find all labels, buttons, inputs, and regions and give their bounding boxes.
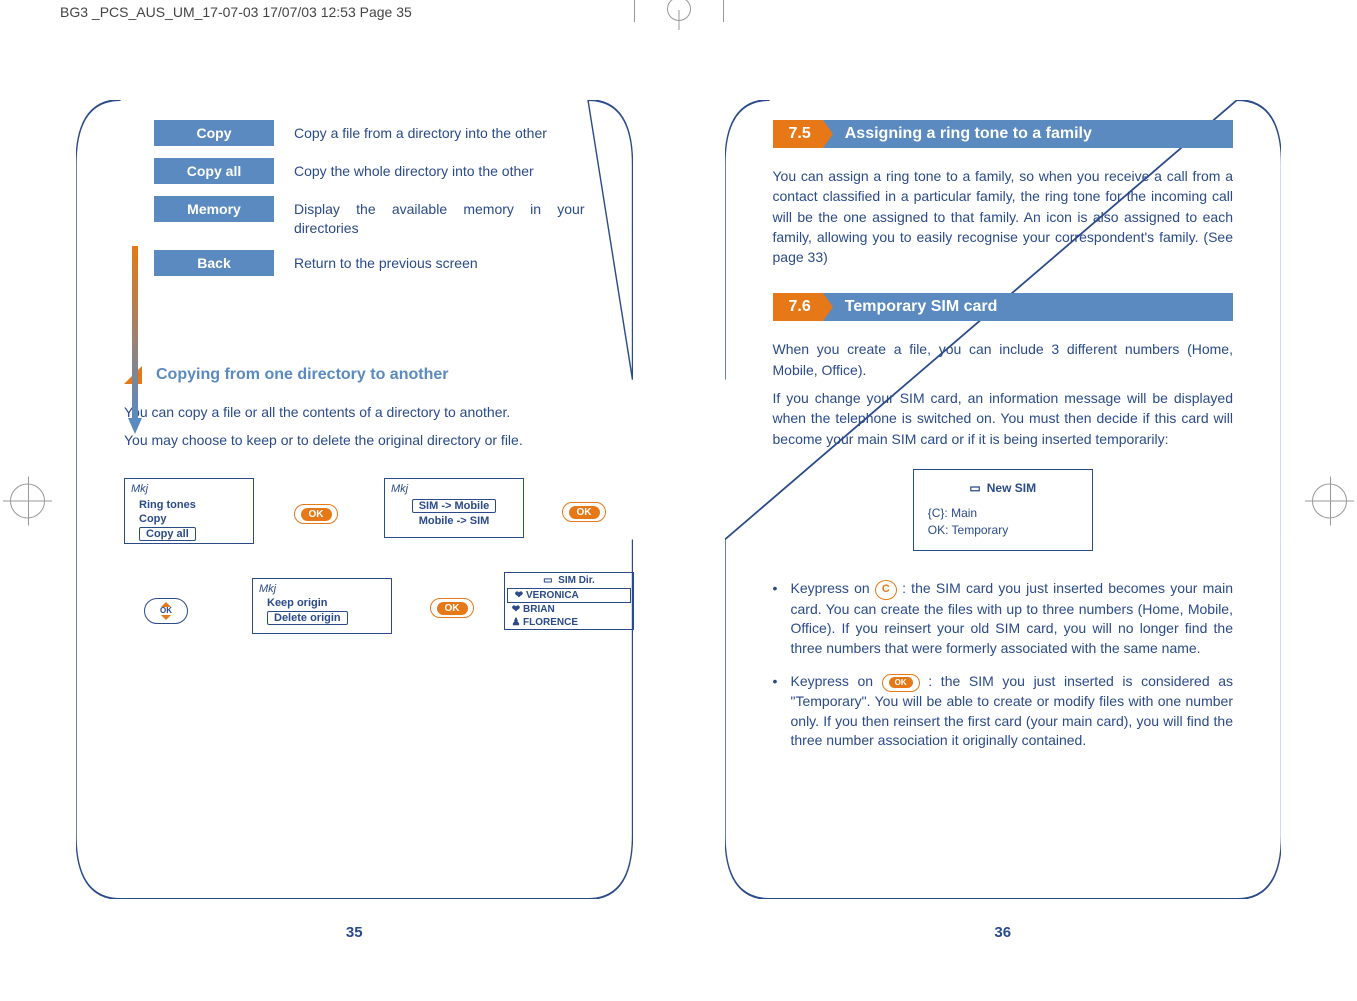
defn-label: Back (154, 250, 274, 276)
section-number: 7.6 (773, 293, 823, 321)
page-left: Copy Copy a file from a directory into t… (50, 40, 659, 981)
page-right: 7.5 Assigning a ring tone to a family Yo… (699, 40, 1308, 981)
screen-line: Keep origin (267, 597, 383, 609)
sim-icon: ▭ (543, 575, 552, 586)
section-number: 7.5 (773, 120, 823, 148)
ok-key-icon: OK (882, 674, 920, 692)
section-heading-copying: Copying from one directory to another (124, 366, 585, 384)
mkj-icon: Mkj (259, 583, 276, 595)
defn-text: Return to the previous screen (294, 250, 585, 273)
defn-text: Copy a file from a directory into the ot… (294, 120, 585, 143)
mkj-icon: Mkj (131, 483, 148, 495)
defn-row-memory: Memory Display the available memory in y… (154, 196, 585, 238)
defn-row-copyall: Copy all Copy the whole directory into t… (154, 158, 585, 184)
screen-line-selected: Delete origin (267, 611, 348, 625)
c-key-icon: C (875, 580, 897, 600)
screens-diagram: Mkj Ring tones Copy Copy all OK Mkj SIM … (124, 478, 585, 718)
body-para: If you change your SIM card, an informat… (773, 388, 1234, 449)
bullet-lead: Keypress on (791, 673, 882, 689)
page-number-left: 35 (50, 924, 659, 941)
person-icon: ♟ (509, 617, 523, 628)
defn-text: Copy the whole directory into the other (294, 158, 585, 181)
bullet-item: • Keypress on C : the SIM card you just … (773, 579, 1234, 658)
section-title: Assigning a ring tone to a family (823, 120, 1233, 148)
ok-button[interactable]: OK (430, 598, 474, 618)
screen-line: Copy (139, 513, 245, 525)
arrow-down-icon (161, 615, 171, 620)
screen-title: SIM Dir. (558, 575, 595, 586)
popup-line: OK: Temporary (928, 522, 1078, 539)
body-para: When you create a file, you can include … (773, 339, 1234, 380)
section-heading-text: Copying from one directory to another (156, 366, 448, 384)
defn-label: Copy (154, 120, 274, 146)
contact-name: VERONICA (526, 590, 579, 601)
defn-row-copy: Copy Copy a file from a directory into t… (154, 120, 585, 146)
crop-mark-right (1312, 483, 1347, 518)
mini-screen-simmobile: Mkj SIM -> Mobile Mobile -> SIM (384, 478, 524, 538)
crop-mark-left (10, 483, 45, 518)
ok-button[interactable]: OK (294, 504, 338, 524)
bullet-dot: • (773, 672, 791, 750)
section-bar-7-6: 7.6 Temporary SIM card (773, 293, 1234, 321)
page-spread: Copy Copy a file from a directory into t… (50, 40, 1307, 981)
mini-screen-simdir: ▭ SIM Dir. ❤VERONICA ❤BRIAN ♟FLORENCE (504, 572, 634, 630)
screen-line: Mobile -> SIM (393, 515, 515, 527)
mini-screen-ringtones: Mkj Ring tones Copy Copy all (124, 478, 254, 544)
body-para: You may choose to keep or to delete the … (124, 430, 585, 450)
mini-screen-keeporigin: Mkj Keep origin Delete origin (252, 578, 392, 634)
popup-line: {C}: Main (928, 505, 1078, 522)
screen-line-selected: Copy all (139, 527, 196, 541)
defn-label: Copy all (154, 158, 274, 184)
page-number-right: 36 (699, 924, 1308, 941)
down-arrow-icon (128, 246, 142, 436)
defn-text: Display the available memory in your dir… (294, 196, 585, 238)
bullet-lead: Keypress on (791, 580, 875, 596)
screen-line-selected: SIM -> Mobile (412, 499, 497, 513)
new-sim-popup: ▭ New SIM {C}: Main OK: Temporary (913, 469, 1093, 551)
bullet-item: • Keypress on OK : the SIM you just inse… (773, 672, 1234, 750)
mkj-icon: Mkj (391, 483, 408, 495)
ok-label: OK (160, 607, 172, 615)
section-title: Temporary SIM card (823, 293, 1233, 321)
contact-name: FLORENCE (523, 617, 578, 628)
defn-label: Memory (154, 196, 274, 222)
crop-mark-top (634, 0, 724, 22)
heart-icon: ❤ (509, 604, 523, 615)
up-down-button[interactable]: OK (144, 598, 188, 624)
heart-icon: ❤ (512, 590, 526, 601)
contact-name: BRIAN (523, 604, 555, 615)
ok-button[interactable]: OK (562, 502, 606, 522)
body-para: You can assign a ring tone to a family, … (773, 166, 1234, 267)
bullet-dot: • (773, 579, 791, 658)
defn-row-back: Back Return to the previous screen (154, 250, 585, 276)
sim-icon: ▭ (969, 481, 980, 495)
popup-title: New SIM (987, 481, 1036, 495)
section-bar-7-5: 7.5 Assigning a ring tone to a family (773, 120, 1234, 148)
screen-line: Ring tones (139, 499, 245, 511)
body-para: You can copy a file or all the contents … (124, 402, 585, 422)
